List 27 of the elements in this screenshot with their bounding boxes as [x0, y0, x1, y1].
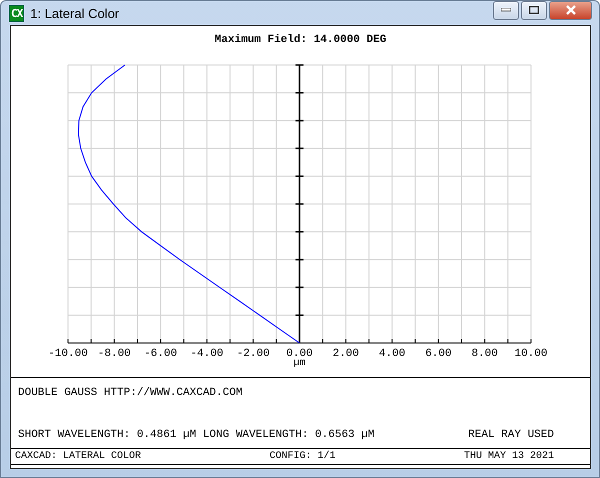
tick-label: -8.00: [98, 348, 131, 360]
status-text: CAXCAD: LATERAL COLOR: [15, 451, 142, 462]
close-icon: [564, 5, 576, 15]
tick-label: 2.00: [332, 348, 359, 360]
lens-name: DOUBLE GAUSS HTTP://WWW.CAXCAD.COM: [18, 387, 242, 399]
tick-label: 6.00: [425, 348, 452, 360]
tick-label: -6.00: [144, 348, 178, 360]
tick-label: 4.00: [378, 348, 406, 360]
maximize-button[interactable]: [521, 0, 547, 20]
minimize-icon: [501, 8, 511, 12]
wavelength-text: SHORT WAVELENGTH: 0.4861 µM LONG WAVELENGTH: 0.6563 µM: [18, 429, 374, 441]
plot-title: Maximum Field: 14.0000 DEG: [214, 33, 388, 48]
ray-note: REAL RAY USED: [468, 429, 554, 441]
axis-label: µm: [294, 358, 306, 369]
tick-label: -4.00: [190, 348, 224, 360]
tick-label: 0.00: [286, 348, 313, 360]
tick-label: -10.00: [48, 348, 88, 360]
config-text: CONFIG: 1/1: [270, 451, 336, 462]
tick-label: -2.00: [236, 348, 270, 360]
window-title: 1: Lateral Color: [30, 6, 120, 20]
minimize-button[interactable]: [493, 0, 519, 20]
tick-label: 10.00: [514, 348, 548, 360]
date-text: THU MAY 13 2021: [464, 451, 554, 462]
app-icon: CX: [9, 4, 24, 22]
tick-label: 8.00: [472, 348, 498, 360]
maximize-icon: [529, 6, 539, 14]
close-button[interactable]: [549, 0, 592, 20]
